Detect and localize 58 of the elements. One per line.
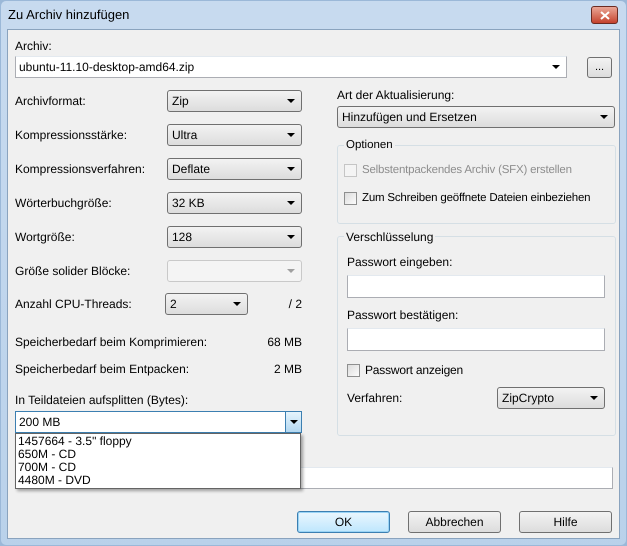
dropdown[interactable]: 32 KB bbox=[167, 192, 302, 214]
dropdown[interactable]: Zip bbox=[167, 90, 302, 112]
setting-label: Wörterbuchgröße: bbox=[15, 195, 112, 212]
checkbox-label: Passwort anzeigen bbox=[365, 362, 463, 379]
caret-icon bbox=[287, 133, 295, 137]
field-label: In Teildateien aufsplitten (Bytes): bbox=[15, 392, 190, 407]
dropdown[interactable]: 2 bbox=[165, 293, 248, 315]
caret-icon bbox=[600, 115, 608, 119]
caret-icon bbox=[590, 396, 598, 400]
field-label: Passwort eingeben: bbox=[347, 254, 454, 269]
dropdown[interactable]: Ultra bbox=[167, 124, 302, 146]
dropdown-option[interactable]: 4480M - DVD bbox=[16, 474, 300, 487]
dropdown-button[interactable] bbox=[285, 412, 301, 432]
field-label: Passwort bestätigen: bbox=[347, 307, 460, 322]
field-label: Art der Aktualisierung: bbox=[337, 87, 456, 102]
dropdown-option[interactable]: 1457664 - 3.5" floppy bbox=[16, 435, 300, 448]
field-label: Archiv: bbox=[15, 38, 53, 53]
setting-label: Archivformat: bbox=[15, 93, 86, 110]
caret-icon bbox=[287, 269, 295, 273]
caret-icon bbox=[287, 201, 295, 205]
password-field[interactable] bbox=[347, 328, 605, 351]
setting-label: Wortgröße: bbox=[15, 229, 75, 246]
window-title: Zu Archiv hinzufügen bbox=[7, 6, 130, 24]
archive-name-field[interactable]: ubuntu-11.10-desktop-amd64.zip bbox=[15, 56, 568, 78]
setting-label: Größe solider Blöcke: bbox=[15, 263, 130, 280]
close-button[interactable] bbox=[591, 6, 618, 24]
setting-label: Kompressionsstärke: bbox=[15, 127, 128, 144]
dropdown[interactable]: 128 bbox=[167, 226, 302, 248]
dropdown-option[interactable]: 700M - CD bbox=[16, 461, 300, 474]
setting-label: Anzahl CPU-Threads: bbox=[15, 296, 133, 313]
password-field[interactable] bbox=[347, 275, 605, 298]
caret-icon bbox=[290, 420, 298, 424]
dialog-button[interactable]: Hilfe bbox=[519, 511, 612, 533]
caret-icon bbox=[552, 65, 560, 69]
checkbox[interactable] bbox=[347, 364, 360, 376]
dropdown[interactable]: Deflate bbox=[167, 158, 302, 180]
dropdown-option[interactable]: 650M - CD bbox=[16, 448, 300, 461]
split-size-combo[interactable]: 200 MB bbox=[15, 411, 302, 433]
setting-label: Kompressionsverfahren: bbox=[15, 161, 146, 178]
memory-value: 2 MB bbox=[274, 361, 302, 378]
thread-count: / 2 bbox=[288, 296, 302, 313]
checkbox-label: Zum Schreiben geöffnete Dateien einbeziehen bbox=[362, 191, 590, 206]
memory-label: Speicherbedarf beim Entpacken: bbox=[15, 361, 190, 378]
memory-value: 68 MB bbox=[267, 334, 302, 351]
caret-icon bbox=[287, 167, 295, 171]
caret-icon bbox=[233, 302, 241, 306]
dropdown[interactable]: ZipCrypto bbox=[497, 387, 605, 409]
caret-icon bbox=[287, 235, 295, 239]
caret-icon bbox=[287, 99, 295, 103]
field-label: Verfahren: bbox=[347, 390, 402, 407]
browse-button[interactable]: ... bbox=[587, 56, 612, 78]
close-icon bbox=[600, 10, 610, 20]
checkbox-label: Selbstentpackendes Archiv (SFX) erstellen bbox=[362, 163, 572, 178]
dialog-button[interactable]: OK bbox=[297, 511, 390, 533]
dropdown[interactable]: Hinzufügen und Ersetzen bbox=[337, 106, 615, 128]
memory-label: Speicherbedarf beim Komprimieren: bbox=[15, 334, 208, 351]
checkbox[interactable] bbox=[344, 192, 357, 206]
dialog-button[interactable]: Abbrechen bbox=[408, 511, 501, 533]
